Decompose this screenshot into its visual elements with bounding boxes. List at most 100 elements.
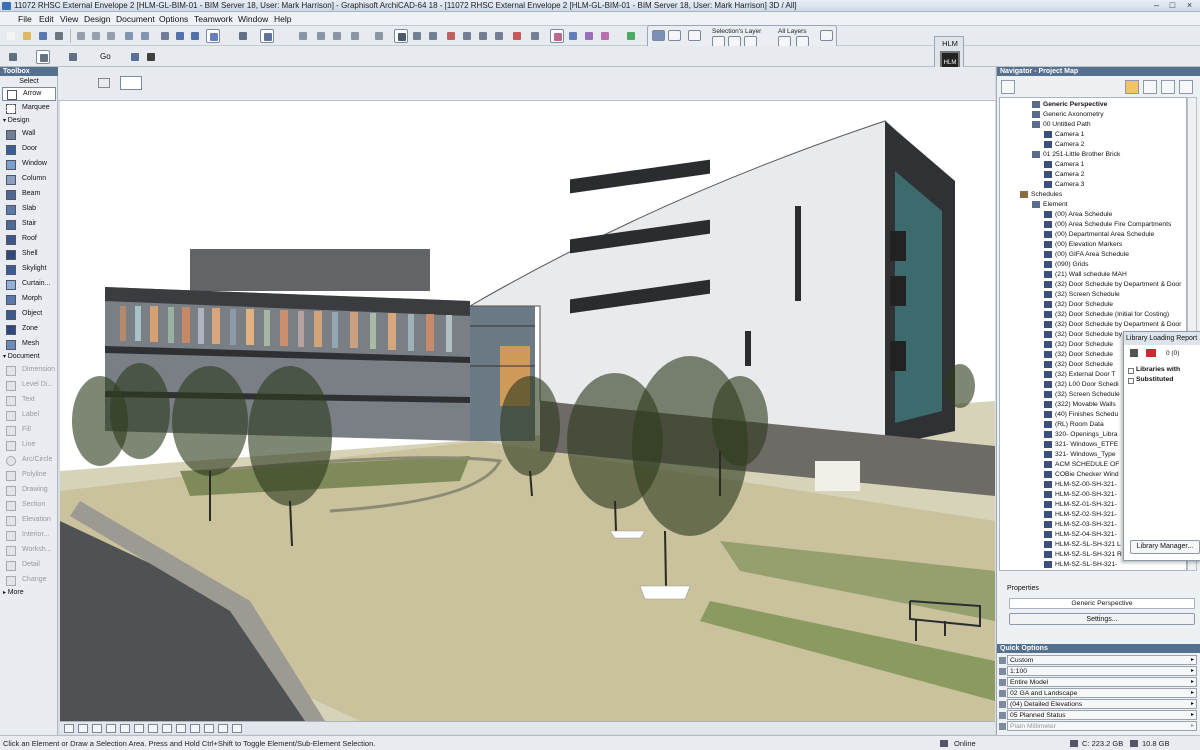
document-section[interactable]: Document <box>3 353 40 360</box>
expand-icon[interactable] <box>1128 378 1134 384</box>
tree-item[interactable]: Camera 1 <box>1044 130 1084 140</box>
tool-skylight[interactable]: Skylight <box>2 263 56 277</box>
tool-text[interactable]: Text <box>2 394 56 408</box>
tool-fill[interactable]: Fill <box>2 424 56 438</box>
camera-icon[interactable] <box>190 724 200 733</box>
tree-item[interactable]: (090) Grids <box>1044 260 1088 270</box>
fillet-icon[interactable] <box>492 29 506 43</box>
3d-viewport[interactable] <box>60 101 995 721</box>
tool-arrow[interactable]: Arrow <box>2 87 56 101</box>
trace-icon[interactable] <box>394 29 408 43</box>
sun-icon[interactable] <box>582 29 596 43</box>
tree-item[interactable]: (32) Screen Schedule <box>1044 390 1120 400</box>
tree-item[interactable]: ACM SCHEDULE OF <box>1044 460 1119 470</box>
tool-curtain-wall[interactable]: Curtain... <box>2 278 56 292</box>
tool-drawing[interactable]: Drawing <box>2 484 56 498</box>
tree-item[interactable]: (32) Door Schedule by Department & Door <box>1044 320 1181 330</box>
menu-help[interactable]: Help <box>274 14 291 24</box>
tree-item[interactable]: (40) Finishes Schedu <box>1044 410 1118 420</box>
tool-elevation[interactable]: Elevation <box>2 514 56 528</box>
fit-in-window-icon[interactable] <box>232 724 242 733</box>
tree-item[interactable]: (322) Movable Walls <box>1044 400 1116 410</box>
project-map-tab[interactable] <box>1125 80 1139 94</box>
syringe-icon[interactable] <box>188 29 202 43</box>
close-button[interactable]: × <box>1183 1 1196 10</box>
tool-change[interactable]: Change <box>2 574 56 588</box>
tree-item[interactable]: (32) L00 Door Schedi <box>1044 380 1119 390</box>
tree-item[interactable]: (00) Departmental Area Schedule <box>1044 230 1154 240</box>
quick-option-dimensions[interactable]: Plain Millimeter <box>1007 721 1197 731</box>
tool-label[interactable]: Label <box>2 409 56 423</box>
tree-item[interactable]: (32) Door Schedule <box>1044 360 1113 370</box>
tree-item[interactable]: Generic Axonometry <box>1032 110 1104 120</box>
eyedropper-icon[interactable] <box>173 29 187 43</box>
tool-polyline[interactable]: Polyline <box>2 469 56 483</box>
tree-item[interactable]: COBie Checker Wind <box>1044 470 1119 480</box>
quick-option-custom[interactable]: Custom <box>1007 655 1197 665</box>
tool-wall[interactable]: Wall <box>2 128 56 142</box>
layout-icon[interactable] <box>66 50 80 64</box>
save-icon[interactable] <box>36 29 50 43</box>
tree-item[interactable]: (00) Elevation Markers <box>1044 240 1122 250</box>
design-section[interactable]: Design <box>3 117 30 124</box>
tool-marquee[interactable]: Marquee <box>2 102 56 116</box>
quick-option-model-view[interactable]: (04) Detailed Elevations <box>1007 699 1197 709</box>
more-section[interactable]: More <box>3 589 24 596</box>
tree-item[interactable]: HLM-SZ-03-SH-321- <box>1044 520 1117 530</box>
tree-item[interactable]: (32) Door Schedule by Department & Door <box>1044 280 1181 290</box>
expand-icon[interactable] <box>1128 368 1134 374</box>
zoom-reset-icon[interactable] <box>204 724 214 733</box>
adjust-icon[interactable] <box>460 29 474 43</box>
tree-item[interactable]: HLM-SZ-01-SH-321- <box>1044 500 1117 510</box>
redo-icon[interactable] <box>138 29 152 43</box>
dropdown-icon[interactable] <box>1130 349 1138 357</box>
menu-view[interactable]: View <box>60 14 78 24</box>
3d-cutaway-icon[interactable] <box>566 29 580 43</box>
minimize-button[interactable]: – <box>1150 1 1163 10</box>
tree-item[interactable]: (32) Door Schedule <box>1044 300 1113 310</box>
maximize-button[interactable]: □ <box>1166 1 1179 10</box>
teamwork-status-icon[interactable] <box>624 29 638 43</box>
library-manager-button[interactable]: Library Manager... <box>1130 540 1200 554</box>
tree-item[interactable]: HLM-SZ-00-SH-321- <box>1044 480 1117 490</box>
view-map-tab[interactable] <box>1143 80 1157 94</box>
settings-button[interactable]: Settings... <box>1009 613 1195 625</box>
quick-option-renovation[interactable]: 05 Planned Status <box>1007 710 1197 720</box>
selection-rect-icon[interactable] <box>98 78 110 88</box>
tool-window[interactable]: Window <box>2 158 56 172</box>
tree-item[interactable]: (RL) Room Data <box>1044 420 1104 430</box>
tool-morph[interactable]: Morph <box>2 293 56 307</box>
tool-door[interactable]: Door <box>2 143 56 157</box>
quick-option-layer-combination[interactable]: 02 GA and Landscape <box>1007 688 1197 698</box>
tool-column[interactable]: Column <box>2 173 56 187</box>
menu-teamwork[interactable]: Teamwork <box>194 14 233 24</box>
quick-select-icon[interactable] <box>150 76 172 90</box>
quick-option-structure[interactable]: Entire Model <box>1007 677 1197 687</box>
tool-zone[interactable]: Zone <box>2 323 56 337</box>
rotate-icon[interactable] <box>528 29 542 43</box>
selection-mode-icon[interactable] <box>120 76 142 90</box>
undo-icon[interactable] <box>122 29 136 43</box>
tree-item[interactable]: (32) Door Schedule <box>1044 340 1113 350</box>
tree-item[interactable]: (32) External Door T <box>1044 370 1115 380</box>
tree-item[interactable]: 321- Windows_ETFE <box>1044 440 1118 450</box>
tree-item[interactable]: HLM-SZ-04-SH-321- <box>1044 530 1117 540</box>
substituted-row[interactable]: Substituted <box>1136 376 1173 383</box>
navigator-popup-icon[interactable] <box>1001 80 1015 94</box>
zoom-fit-icon[interactable] <box>64 724 74 733</box>
tool-stair[interactable]: Stair <box>2 218 56 232</box>
libraries-row[interactable]: Libraries with <box>1136 366 1180 373</box>
tree-item[interactable]: 01 251-Little Brother Brick <box>1032 150 1120 160</box>
tool-beam[interactable]: Beam <box>2 188 56 202</box>
zoom-out-icon[interactable] <box>92 724 102 733</box>
split-icon[interactable] <box>444 29 458 43</box>
view-options-icon[interactable] <box>218 724 228 733</box>
copy-icon[interactable] <box>89 29 103 43</box>
open-file-icon[interactable] <box>20 29 34 43</box>
tree-item[interactable]: (32) Screen Schedule <box>1044 290 1120 300</box>
explore-icon[interactable] <box>176 724 186 733</box>
pencil-icon[interactable] <box>314 29 328 43</box>
cube-icon[interactable] <box>330 29 344 43</box>
tree-item[interactable]: Element <box>1032 200 1068 210</box>
info-arrow-icon[interactable] <box>62 76 84 90</box>
